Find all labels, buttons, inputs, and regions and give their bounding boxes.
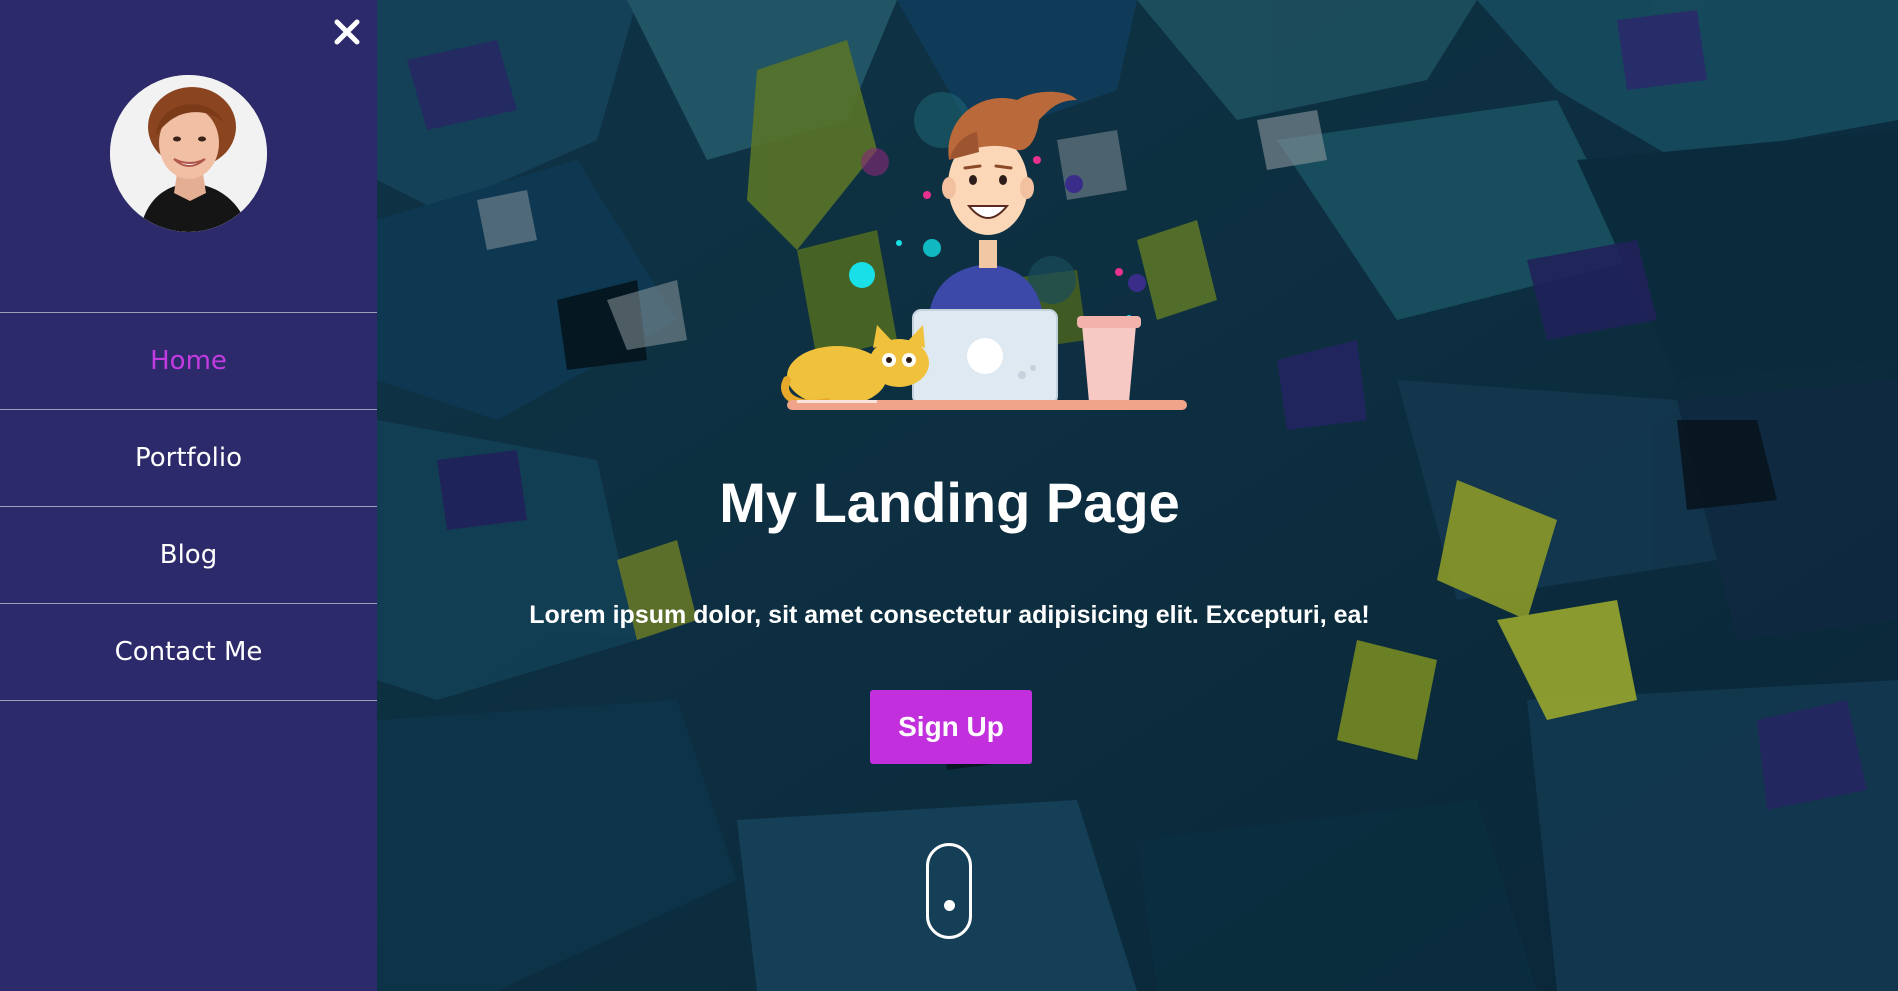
scroll-dot xyxy=(944,900,955,911)
developer-illustration xyxy=(781,91,1187,410)
sidebar: Home Portfolio Blog Contact Me xyxy=(0,0,377,991)
avatar xyxy=(110,75,267,232)
hero-section: My Landing Page Lorem ipsum dolor, sit a… xyxy=(377,0,1898,991)
nav-item-blog[interactable]: Blog xyxy=(0,507,377,604)
sign-up-button[interactable]: Sign Up xyxy=(870,690,1032,764)
main-nav: Home Portfolio Blog Contact Me xyxy=(0,312,377,701)
page-title: My Landing Page xyxy=(719,471,1180,534)
mouse-scroll-icon[interactable] xyxy=(926,843,972,939)
hero-description: Lorem ipsum dolor, sit amet consectetur … xyxy=(529,601,1370,629)
nav-item-home[interactable]: Home xyxy=(0,313,377,410)
nav-item-contact-me[interactable]: Contact Me xyxy=(0,604,377,701)
close-icon[interactable] xyxy=(331,16,363,48)
bubble xyxy=(849,262,875,288)
nav-item-portfolio[interactable]: Portfolio xyxy=(0,410,377,507)
landing-page: Home Portfolio Blog Contact Me My Landin… xyxy=(0,0,1898,991)
